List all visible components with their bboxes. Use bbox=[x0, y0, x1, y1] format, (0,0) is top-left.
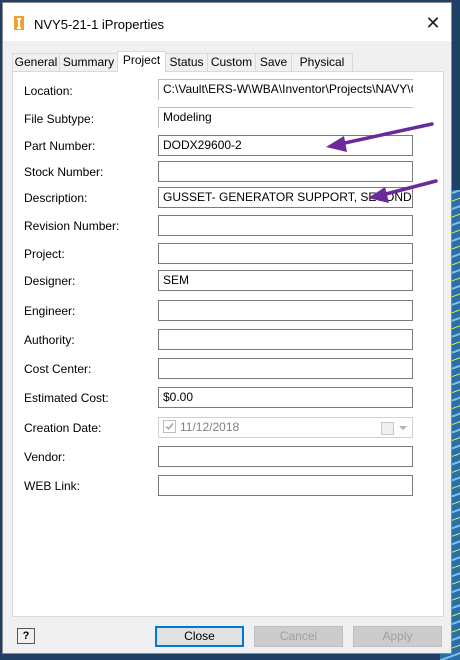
tab-project[interactable]: Project bbox=[117, 51, 166, 72]
part-number-label: Part Number: bbox=[24, 139, 96, 153]
calendar-icon[interactable] bbox=[381, 422, 394, 435]
tab-strip: General Summary Project Status Custom Sa… bbox=[12, 51, 452, 72]
vendor-input[interactable] bbox=[158, 446, 413, 467]
project-tab-panel: Location: C:\Vault\ERS-W\WBA\Inventor\Pr… bbox=[12, 71, 444, 617]
apply-button: Apply bbox=[353, 626, 442, 647]
file-subtype-field: Modeling bbox=[158, 107, 413, 128]
vendor-label: Vendor: bbox=[24, 450, 66, 464]
tab-custom[interactable]: Custom bbox=[207, 53, 256, 71]
web-link-input[interactable] bbox=[158, 475, 413, 496]
project-label: Project: bbox=[24, 247, 65, 261]
revision-number-label: Revision Number: bbox=[24, 219, 120, 233]
revision-number-input[interactable] bbox=[158, 215, 413, 236]
authority-label: Authority: bbox=[24, 333, 75, 347]
creation-date-value: 11/12/2018 bbox=[180, 420, 240, 434]
title-bar: NVY5-21-1 iProperties ✕ bbox=[3, 3, 451, 41]
creation-date-picker[interactable]: 11/12/2018 bbox=[158, 417, 413, 438]
tab-physical[interactable]: Physical bbox=[291, 53, 353, 71]
window-title: NVY5-21-1 iProperties bbox=[34, 17, 165, 32]
file-subtype-label: File Subtype: bbox=[24, 112, 95, 126]
location-field: C:\Vault\ERS-W\WBA\Inventor\Projects\NAV… bbox=[158, 79, 413, 100]
tab-general[interactable]: General bbox=[12, 53, 60, 71]
creation-date-label: Creation Date: bbox=[24, 421, 102, 435]
designer-input[interactable]: SEM bbox=[158, 270, 413, 291]
description-input[interactable]: GUSSET- GENERATOR SUPPORT, SECOND bbox=[158, 187, 413, 208]
stock-number-label: Stock Number: bbox=[24, 165, 104, 179]
chevron-down-icon[interactable] bbox=[399, 426, 407, 430]
engineer-input[interactable] bbox=[158, 300, 413, 321]
close-window-button[interactable]: ✕ bbox=[419, 11, 447, 35]
tab-status[interactable]: Status bbox=[165, 53, 208, 71]
engineer-label: Engineer: bbox=[24, 304, 76, 318]
description-label: Description: bbox=[24, 191, 88, 205]
project-input[interactable] bbox=[158, 243, 413, 264]
cancel-button: Cancel bbox=[254, 626, 343, 647]
designer-label: Designer: bbox=[24, 274, 76, 288]
tab-save[interactable]: Save bbox=[255, 53, 292, 71]
help-button[interactable]: ? bbox=[17, 628, 35, 644]
tab-summary[interactable]: Summary bbox=[59, 53, 118, 71]
estimated-cost-input[interactable]: $0.00 bbox=[158, 387, 413, 408]
cost-center-label: Cost Center: bbox=[24, 362, 92, 376]
creation-date-checkbox[interactable] bbox=[163, 420, 176, 433]
stock-number-input[interactable] bbox=[158, 161, 413, 182]
close-button[interactable]: Close bbox=[155, 626, 244, 647]
cost-center-input[interactable] bbox=[158, 358, 413, 379]
estimated-cost-label: Estimated Cost: bbox=[24, 391, 109, 405]
web-link-label: WEB Link: bbox=[24, 479, 81, 493]
iproperties-dialog: NVY5-21-1 iProperties ✕ General Summary … bbox=[2, 2, 452, 654]
location-label: Location: bbox=[24, 84, 73, 98]
checkmark-icon bbox=[165, 423, 174, 431]
inventor-document-icon bbox=[14, 16, 24, 30]
part-number-input[interactable]: DODX29600-2 bbox=[158, 135, 413, 156]
authority-input[interactable] bbox=[158, 329, 413, 350]
